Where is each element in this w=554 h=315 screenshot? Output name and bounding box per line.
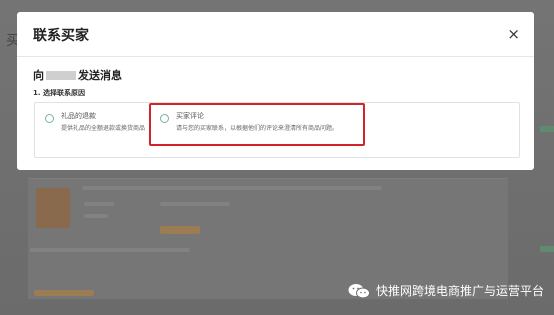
option-description: 提供礼品的全额退款或换货商品	[61, 125, 146, 132]
background-link	[540, 246, 554, 252]
background-link	[540, 126, 554, 132]
background-product-thumbnail	[36, 188, 70, 228]
background-order-card	[28, 178, 508, 299]
background-line	[160, 202, 230, 206]
message-heading: 向 发送消息	[33, 67, 122, 83]
option-title: 礼品的退款	[61, 112, 96, 120]
background-line	[84, 214, 108, 218]
heading-prefix: 向	[33, 69, 44, 82]
background-line	[30, 248, 190, 252]
background-line	[82, 186, 382, 190]
step-label: 1. 选择联系原因	[33, 89, 85, 97]
highlight-box	[149, 103, 365, 146]
wechat-icon	[348, 283, 370, 298]
watermark: 快推网跨境电商推广与运营平台	[348, 282, 544, 299]
radio-button[interactable]	[45, 114, 54, 123]
background-button	[34, 290, 94, 296]
background-button	[160, 226, 200, 234]
background-line	[84, 202, 114, 206]
redacted-buyer-name	[46, 70, 76, 80]
dialog-title: 联系买家	[33, 28, 89, 44]
watermark-text: 快推网跨境电商推广与运营平台	[375, 284, 544, 298]
dialog-header: 联系买家 ×	[17, 12, 534, 57]
close-icon[interactable]: ×	[507, 25, 520, 43]
heading-suffix: 发送消息	[78, 69, 122, 82]
option-gift-refund[interactable]: 礼品的退款 提供礼品的全额退款或换货商品	[45, 111, 145, 132]
